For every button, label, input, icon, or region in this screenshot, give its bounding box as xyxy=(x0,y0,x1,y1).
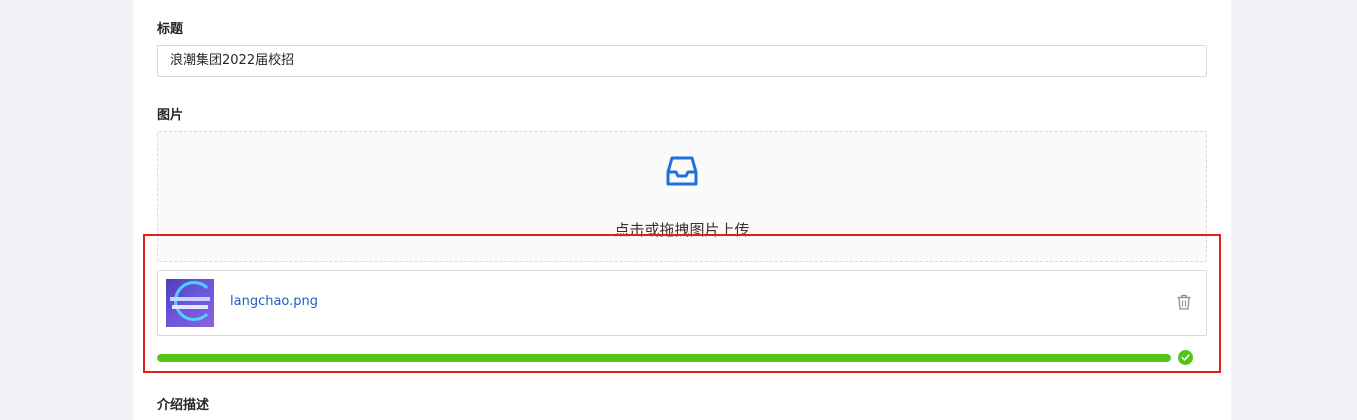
file-name-link[interactable]: langchao.png xyxy=(230,294,318,309)
inbox-icon xyxy=(666,156,698,186)
upload-hint-text: 点击或拖拽图片上传 xyxy=(614,221,750,239)
form-panel: 标题 浪潮集团2022届校招 图片 点击或拖拽图片上传 langchao.png… xyxy=(133,0,1231,420)
upload-progress-bar xyxy=(157,354,1171,362)
title-label: 标题 xyxy=(157,22,184,37)
file-thumbnail[interactable] xyxy=(166,279,214,327)
image-upload-dropzone[interactable]: 点击或拖拽图片上传 xyxy=(157,131,1207,262)
check-circle-icon xyxy=(1178,350,1193,365)
trash-icon[interactable] xyxy=(1176,293,1192,311)
description-label: 介绍描述 xyxy=(157,398,210,413)
uploaded-file-item: langchao.png xyxy=(157,270,1207,336)
image-label: 图片 xyxy=(157,108,184,123)
upload-progress-fill xyxy=(157,354,1171,362)
title-input[interactable]: 浪潮集团2022届校招 xyxy=(157,45,1207,77)
